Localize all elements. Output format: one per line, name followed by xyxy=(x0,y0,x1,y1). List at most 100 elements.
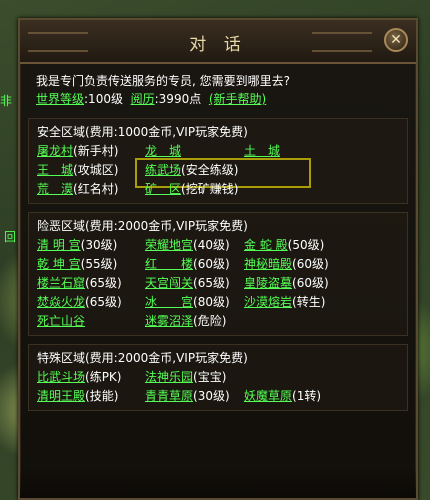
destination-link[interactable]: 乾 坤 宫 xyxy=(37,257,81,271)
zone-row: 荒 漠(红名村) 矿 区(挖矿赚钱) xyxy=(37,180,399,199)
world-level-value: :100级 xyxy=(84,92,123,106)
destination-link[interactable]: 天宫闯关 xyxy=(145,276,193,290)
bottom-fade xyxy=(20,468,416,498)
dialog-title: 对 话 xyxy=(189,35,247,55)
destination-link[interactable]: 焚焱火龙 xyxy=(37,295,85,309)
destination-link[interactable]: 沙漠熔岩 xyxy=(244,295,292,309)
destination-note: (65级) xyxy=(85,295,122,309)
dialog-content: 我是专门负责传送服务的专员, 您需要到哪里去? 世界等级:100级 阅历:399… xyxy=(28,72,408,411)
destination-note: (技能) xyxy=(85,389,119,403)
destination-entry: 法神乐园(宝宝) xyxy=(145,368,226,387)
section-header: 特殊区域(费用:2000金币,VIP玩家免费) xyxy=(37,351,248,365)
destination-link[interactable]: 荣耀地宫 xyxy=(145,238,193,252)
destination-note: (55级) xyxy=(80,257,118,271)
destination-note: (攻城区) xyxy=(73,163,119,177)
destination-link[interactable]: 龙 城 xyxy=(145,144,181,158)
destination-link[interactable]: 迷雾沼泽 xyxy=(145,314,193,328)
destination-note: (练PK) xyxy=(85,370,122,384)
destination-note: (60级) xyxy=(193,257,230,271)
destination-note: (80级) xyxy=(193,295,230,309)
destination-note: (1转) xyxy=(292,389,322,403)
destination-note: (转生) xyxy=(292,295,326,309)
destination-link[interactable]: 练武场 xyxy=(145,163,181,177)
zone-row: 比武斗场(练PK) 法神乐园(宝宝) xyxy=(37,368,399,387)
zone-list: 比武斗场(练PK) 法神乐园(宝宝) 清明王殿(技能) 青青草原(30级) 妖魔草原(1… xyxy=(37,368,399,406)
destination-link[interactable]: 屠龙村 xyxy=(37,144,73,158)
destination-entry: 比武斗场(练PK) xyxy=(37,368,122,387)
destination-entry: 荣耀地宫(40级) xyxy=(145,236,230,255)
dialog-titlebar: 对 话 ✕ xyxy=(20,20,416,64)
destination-entry: 乾 坤 宫(55级) xyxy=(37,255,117,274)
destination-note: (30级) xyxy=(193,389,230,403)
destination-link[interactable]: 法神乐园 xyxy=(145,370,193,384)
background-text: 回 xyxy=(4,230,17,244)
destination-link[interactable]: 冰 宫 xyxy=(145,295,193,309)
destination-entry: 清 明 宫(30级) xyxy=(37,236,117,255)
destination-link[interactable]: 神秘暗殿 xyxy=(244,257,292,271)
destination-entry: 矿 区(挖矿赚钱) xyxy=(145,180,238,199)
destination-entry: 死亡山谷 xyxy=(37,312,85,331)
newbie-help-link[interactable]: (新手帮助) xyxy=(209,92,266,106)
destination-entry: 冰 宫(80级) xyxy=(145,293,230,312)
destination-entry: 龙 城 xyxy=(145,142,181,161)
destination-entry: 沙漠熔岩(转生) xyxy=(244,293,325,312)
destination-entry: 荒 漠(红名村) xyxy=(37,180,118,199)
destination-link[interactable]: 清 明 宫 xyxy=(37,238,81,252)
experience-link[interactable]: 阅历 xyxy=(131,92,155,106)
zone-row: 王 城(攻城区) 练武场(安全练级) xyxy=(37,161,399,180)
experience-value: :3990点 xyxy=(154,92,202,106)
destination-entry: 神秘暗殿(60级) xyxy=(244,255,329,274)
destination-note: (65级) xyxy=(193,276,230,290)
section-header: 险恶区域(费用:2000金币,VIP玩家免费) xyxy=(37,219,248,233)
destination-link[interactable]: 清明王殿 xyxy=(37,389,85,403)
destination-link[interactable]: 红 楼 xyxy=(145,257,193,271)
destination-link[interactable]: 土 城 xyxy=(244,144,280,158)
destination-link[interactable]: 矿 区 xyxy=(145,182,181,196)
destination-entry: 皇陵盗墓(60级) xyxy=(244,274,329,293)
destination-note: (65级) xyxy=(85,276,122,290)
zone-list: 清 明 宫(30级) 荣耀地宫(40级) 金 蛇 殿(50级) 乾 坤 宫(55级) 红… xyxy=(37,236,399,331)
destination-link[interactable]: 死亡山谷 xyxy=(37,314,85,328)
close-icon[interactable]: ✕ xyxy=(384,28,408,52)
zone-row: 死亡山谷 迷雾沼泽(危险) xyxy=(37,312,399,331)
safe-zone-section: 安全区域(费用:1000金币,VIP玩家免费) 屠龙村(新手村) 龙 城 土 城王 … xyxy=(28,118,408,204)
zone-row: 焚焱火龙(65级) 冰 宫(80级) 沙漠熔岩(转生) xyxy=(37,293,399,312)
danger-zone-section: 险恶区域(费用:2000金币,VIP玩家免费) 清 明 宫(30级) 荣耀地宫(4… xyxy=(28,212,408,336)
destination-entry: 焚焱火龙(65级) xyxy=(37,293,122,312)
zone-row: 清明王殿(技能) 青青草原(30级) 妖魔草原(1转) xyxy=(37,387,399,406)
destination-link[interactable]: 妖魔草原 xyxy=(244,389,292,403)
destination-note: (安全练级) xyxy=(181,163,239,177)
npc-dialog-window: 对 话 ✕ 我是专门负责传送服务的专员, 您需要到哪里去? 世界等级:100级 … xyxy=(18,18,418,500)
destination-link[interactable]: 荒 漠 xyxy=(37,182,73,196)
destination-entry: 清明王殿(技能) xyxy=(37,387,118,406)
destination-link[interactable]: 楼兰石窟 xyxy=(37,276,85,290)
destination-link[interactable]: 王 城 xyxy=(37,163,73,177)
destination-entry: 迷雾沼泽(危险) xyxy=(145,312,226,331)
destination-entry: 楼兰石窟(65级) xyxy=(37,274,122,293)
destination-note: (40级) xyxy=(193,238,230,252)
destination-note: (挖矿赚钱) xyxy=(181,182,239,196)
zone-list: 屠龙村(新手村) 龙 城 土 城王 城(攻城区) 练武场(安全练级) 荒 漠(红名村) 矿… xyxy=(37,142,399,199)
zone-row: 屠龙村(新手村) 龙 城 土 城 xyxy=(37,142,399,161)
destination-note: (60级) xyxy=(292,276,329,290)
zone-row: 清 明 宫(30级) 荣耀地宫(40级) 金 蛇 殿(50级) xyxy=(37,236,399,255)
destination-link[interactable]: 青青草原 xyxy=(145,389,193,403)
player-stats: 世界等级:100级 阅历:3990点 (新手帮助) xyxy=(36,90,400,108)
destination-link[interactable]: 皇陵盗墓 xyxy=(244,276,292,290)
destination-entry: 屠龙村(新手村) xyxy=(37,142,118,161)
section-header: 安全区域(费用:1000金币,VIP玩家免费) xyxy=(37,125,248,139)
destination-note: (危险) xyxy=(193,314,227,328)
destination-entry: 王 城(攻城区) xyxy=(37,161,118,180)
destination-entry: 练武场(安全练级) xyxy=(145,161,238,180)
destination-link[interactable]: 比武斗场 xyxy=(37,370,85,384)
world-level-link[interactable]: 世界等级 xyxy=(36,92,84,106)
destination-entry: 天宫闯关(65级) xyxy=(145,274,230,293)
destination-entry: 土 城 xyxy=(244,142,280,161)
destination-note: (新手村) xyxy=(73,144,119,158)
npc-greeting: 我是专门负责传送服务的专员, 您需要到哪里去? xyxy=(36,74,290,88)
destination-note: (宝宝) xyxy=(193,370,227,384)
destination-link[interactable]: 金 蛇 殿 xyxy=(244,238,288,252)
zone-row: 楼兰石窟(65级) 天宫闯关(65级) 皇陵盗墓(60级) xyxy=(37,274,399,293)
destination-note: (红名村) xyxy=(73,182,119,196)
destination-note: (60级) xyxy=(292,257,329,271)
